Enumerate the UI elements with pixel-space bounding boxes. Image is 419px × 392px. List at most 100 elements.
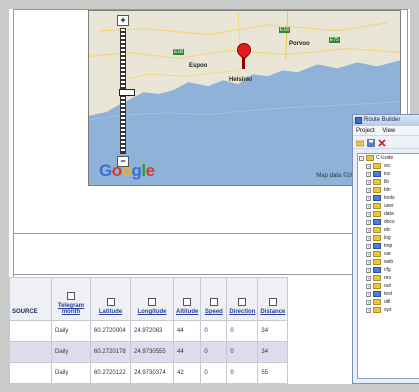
expand-icon[interactable]: + bbox=[366, 220, 371, 225]
column-header[interactable]: Latitude bbox=[90, 277, 131, 321]
folder-icon bbox=[373, 171, 381, 177]
folder-icon bbox=[373, 187, 381, 193]
table-cell bbox=[9, 320, 52, 342]
folder-icon bbox=[373, 307, 381, 313]
column-checkbox[interactable] bbox=[268, 298, 277, 306]
tree-item[interactable]: + res bbox=[358, 274, 419, 282]
expand-icon[interactable]: + bbox=[366, 180, 371, 185]
tree-item-label: web bbox=[384, 259, 394, 265]
expand-icon[interactable]: + bbox=[366, 228, 371, 233]
column-header[interactable]: Distance bbox=[257, 277, 289, 321]
table-row[interactable]: Daily 60.2720178 24.9730555 44 0 0 34 bbox=[9, 341, 289, 363]
tree-item[interactable]: + user bbox=[358, 202, 419, 210]
expand-icon[interactable]: + bbox=[366, 268, 371, 273]
column-checkbox[interactable] bbox=[106, 298, 115, 306]
zoom-control[interactable]: + − bbox=[117, 15, 135, 167]
column-header[interactable]: Direction bbox=[226, 277, 259, 321]
column-header[interactable]: Speed bbox=[200, 277, 228, 321]
tree-item-root[interactable]: − C:\code bbox=[358, 154, 419, 162]
tree-item-label: docs bbox=[384, 219, 395, 225]
tree-item[interactable]: + var bbox=[358, 250, 419, 258]
delete-icon[interactable] bbox=[378, 139, 386, 147]
menu-project[interactable]: Project bbox=[356, 128, 375, 134]
window-title: Route Builder bbox=[364, 117, 401, 123]
folder-icon bbox=[373, 203, 381, 209]
zoom-slider-handle[interactable] bbox=[119, 89, 135, 96]
expand-icon[interactable]: + bbox=[366, 308, 371, 313]
table-cell: 0 bbox=[226, 320, 259, 342]
route-builder-window[interactable]: Route Builder Project View − C:\code + sr… bbox=[352, 114, 419, 384]
expand-icon[interactable]: + bbox=[366, 292, 371, 297]
tree-item[interactable]: + docs bbox=[358, 218, 419, 226]
expand-icon[interactable]: + bbox=[366, 172, 371, 177]
table-cell: 44 bbox=[172, 320, 202, 342]
tree-item[interactable]: + web bbox=[358, 258, 419, 266]
app-icon bbox=[355, 117, 362, 124]
toolbar bbox=[353, 136, 419, 149]
folder-icon bbox=[373, 291, 381, 297]
column-checkbox[interactable] bbox=[67, 292, 75, 300]
expand-icon[interactable]: + bbox=[366, 244, 371, 249]
tree-item-label: res bbox=[384, 275, 391, 281]
tree-item[interactable]: + lib bbox=[358, 178, 419, 186]
expand-icon[interactable]: + bbox=[366, 164, 371, 169]
collapse-icon[interactable]: − bbox=[359, 156, 364, 161]
column-header[interactable]: Altitude bbox=[172, 277, 202, 321]
expand-icon[interactable]: + bbox=[366, 260, 371, 265]
tree-item[interactable]: + bin bbox=[358, 186, 419, 194]
table-row[interactable]: Daily 60.2720004 24.972063 44 0 0 34 bbox=[9, 320, 289, 342]
tree-item[interactable]: + out bbox=[358, 282, 419, 290]
expand-icon[interactable]: + bbox=[366, 188, 371, 193]
table-cell: Daily bbox=[51, 320, 91, 342]
section-divider bbox=[13, 274, 408, 275]
column-checkbox[interactable] bbox=[183, 298, 192, 306]
table-cell: Daily bbox=[51, 341, 91, 363]
expand-icon[interactable]: + bbox=[366, 236, 371, 241]
folder-icon bbox=[373, 299, 381, 305]
tree-item[interactable]: + data bbox=[358, 210, 419, 218]
menu-view[interactable]: View bbox=[382, 128, 395, 134]
drive-icon bbox=[366, 155, 374, 161]
browser-page: + − E18 E18 E75 Porvoo Espoo Helsinki Go… bbox=[9, 9, 410, 384]
table-cell: 0 bbox=[200, 341, 228, 363]
tree-item-label: out bbox=[384, 283, 391, 289]
project-tree[interactable]: − C:\code + src + inc + lib + bin + tools + user + da… bbox=[357, 153, 419, 379]
expand-icon[interactable]: + bbox=[366, 196, 371, 201]
frame-bottom bbox=[0, 375, 410, 384]
column-header-source: SOURCE bbox=[9, 277, 52, 321]
zoom-slider-track[interactable] bbox=[119, 28, 135, 154]
expand-icon[interactable]: + bbox=[366, 212, 371, 217]
table-cell: 60.2720004 bbox=[90, 320, 131, 342]
expand-icon[interactable]: + bbox=[366, 204, 371, 209]
tree-item[interactable]: + util bbox=[358, 298, 419, 306]
tree-item-label: etc bbox=[384, 227, 391, 233]
folder-icon bbox=[373, 195, 381, 201]
tree-item[interactable]: + src bbox=[358, 162, 419, 170]
column-header[interactable]: Telegram month bbox=[51, 277, 91, 321]
tree-item-label: src bbox=[384, 163, 391, 169]
tree-item-label: tmp bbox=[384, 243, 393, 249]
open-folder-icon[interactable] bbox=[356, 139, 364, 147]
save-icon[interactable] bbox=[367, 139, 375, 147]
folder-icon bbox=[373, 219, 381, 225]
tree-item[interactable]: + etc bbox=[358, 226, 419, 234]
table-cell: 60.2720178 bbox=[90, 341, 131, 363]
column-checkbox[interactable] bbox=[209, 298, 218, 306]
expand-icon[interactable]: + bbox=[366, 284, 371, 289]
tree-item-label: util bbox=[384, 299, 391, 305]
tree-item[interactable]: + test bbox=[358, 290, 419, 298]
tree-item[interactable]: + tmp bbox=[358, 242, 419, 250]
expand-icon[interactable]: + bbox=[366, 252, 371, 257]
zoom-in-button[interactable]: + bbox=[117, 15, 129, 26]
tree-item[interactable]: + sys bbox=[358, 306, 419, 314]
column-checkbox[interactable] bbox=[148, 298, 156, 306]
expand-icon[interactable]: + bbox=[366, 276, 371, 281]
expand-icon[interactable]: + bbox=[366, 300, 371, 305]
tree-item[interactable]: + cfg bbox=[358, 266, 419, 274]
window-title-bar[interactable]: Route Builder bbox=[353, 115, 419, 126]
tree-item[interactable]: + tools bbox=[358, 194, 419, 202]
column-checkbox[interactable] bbox=[238, 298, 247, 306]
tree-item[interactable]: + inc bbox=[358, 170, 419, 178]
tree-item[interactable]: + log bbox=[358, 234, 419, 242]
column-header[interactable]: Longitude bbox=[130, 277, 174, 321]
